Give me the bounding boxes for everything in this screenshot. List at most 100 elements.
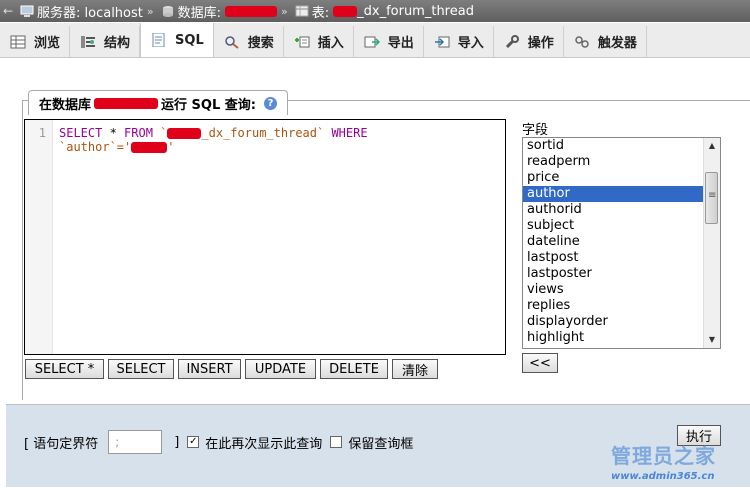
field-option[interactable]: displayorder [523, 314, 720, 330]
fields-listbox[interactable]: sortid readperm price author authorid su… [522, 137, 721, 349]
select-star-button[interactable]: SELECT * [25, 359, 104, 379]
sql-editor[interactable]: 1 SELECT * FROM ` _dx_forum_thread` WHERE… [24, 119, 506, 355]
sql-table-open: ` [152, 126, 168, 140]
fieldset-border-left [22, 100, 23, 400]
redacted-database-name [94, 97, 159, 109]
sql-close-quote: ' [167, 140, 175, 154]
delimiter-close: ] [174, 434, 180, 450]
tab-label: 操作 [527, 36, 554, 51]
tab-search[interactable]: 搜索 [214, 26, 284, 57]
field-option[interactable]: lastposter [523, 266, 720, 282]
field-option[interactable]: price [523, 170, 720, 186]
field-option-selected[interactable]: author [523, 186, 720, 202]
breadcrumb-server[interactable]: 服务器: localhost [16, 2, 143, 21]
table-name-suffix: _dx_forum_thread [357, 3, 474, 19]
tab-sql[interactable]: SQL [140, 23, 214, 57]
tab-export[interactable]: 导出 [354, 26, 424, 57]
redacted-table-prefix [333, 5, 358, 17]
redacted-table-prefix [167, 128, 202, 139]
database-label: 数据库: [177, 5, 221, 21]
tab-browse[interactable]: 浏览 [0, 26, 71, 57]
help-icon[interactable]: ? [263, 96, 277, 110]
breadcrumb-database[interactable]: 数据库: [157, 2, 277, 21]
tab-triggers[interactable]: 触发器 [564, 26, 647, 57]
tab-structure[interactable]: 结构 [70, 26, 141, 57]
tab-bar: 浏览 结构 SQL 搜索 插入 导出 导入 操作 触发器 [0, 23, 750, 58]
insert-icon [294, 36, 310, 47]
delimiter-input[interactable]: ; [108, 430, 163, 454]
sql-column-author: `author`=' [59, 140, 132, 154]
query-options-row: [ 语句定界符 ; ] ✓ 在此再次显示此查询 保留查询框 [24, 430, 413, 454]
sql-keyword-from: FROM [124, 126, 153, 140]
line-number: 1 [38, 126, 46, 140]
wrench-icon [505, 34, 519, 48]
search-icon [224, 35, 239, 49]
watermark-logo: 管理员之家 www.admin365.cn [611, 440, 716, 482]
tab-label: 搜索 [247, 36, 274, 51]
line-numbers: 1 [25, 120, 53, 354]
tab-operations[interactable]: 操作 [494, 26, 564, 57]
tab-label: 触发器 [597, 36, 637, 51]
sql-table-suffix: _dx_forum_thread` [201, 126, 325, 140]
table-icon [295, 5, 309, 17]
tab-label: 导出 [387, 36, 414, 51]
legend-suffix: 运行 SQL 查询: [161, 97, 256, 113]
listbox-scrollbar[interactable]: ▲ ▼ [703, 138, 720, 348]
scroll-up-icon[interactable]: ▲ [704, 138, 720, 154]
tab-label: 导入 [457, 36, 484, 51]
scroll-thumb[interactable] [705, 172, 718, 224]
select-button[interactable]: SELECT [108, 359, 174, 379]
field-option[interactable]: lastpost [523, 250, 720, 266]
breadcrumb-separator: » [146, 4, 154, 18]
field-option[interactable]: readperm [523, 154, 720, 170]
query-panel-legend: 在数据库 运行 SQL 查询: ? [28, 90, 288, 115]
sql-helper-buttons: SELECT * SELECT INSERT UPDATE DELETE 清除 [25, 359, 442, 379]
watermark-text: 管理员之家 [611, 444, 716, 468]
sql-icon [152, 33, 165, 47]
redacted-author-value [131, 142, 168, 153]
export-icon [364, 36, 380, 47]
tab-label: SQL [175, 32, 204, 48]
update-button[interactable]: UPDATE [245, 359, 316, 379]
field-option[interactable]: subject [523, 218, 720, 234]
field-option[interactable]: authorid [523, 202, 720, 218]
insert-button[interactable]: INSERT [178, 359, 241, 379]
watermark-url: www.admin365.cn [611, 471, 715, 482]
retain-label: 保留查询框 [348, 436, 414, 452]
delimiter-label: [ 语句定界符 [24, 436, 99, 452]
retain-query-box-checkbox[interactable] [330, 436, 343, 448]
breadcrumb-table[interactable]: 表: _dx_forum_thread [291, 2, 474, 21]
field-option[interactable]: views [523, 282, 720, 298]
show-again-checkbox[interactable]: ✓ [187, 436, 200, 448]
field-option[interactable]: dateline [523, 234, 720, 250]
breadcrumb: ← 服务器: localhost » 数据库: » 表: _dx_forum_t… [0, 0, 750, 22]
sql-star: * [102, 126, 125, 140]
clear-button[interactable]: 清除 [392, 359, 438, 379]
sql-keyword-select: SELECT [59, 126, 103, 140]
database-icon [162, 6, 173, 17]
delete-button[interactable]: DELETE [320, 359, 388, 379]
server-label: 服务器: localhost [37, 5, 143, 21]
fields-label: 字段 [522, 123, 549, 138]
field-option[interactable]: replies [523, 298, 720, 314]
legend-prefix: 在数据库 [39, 97, 92, 113]
sql-keyword-where: WHERE [324, 126, 368, 140]
trigger-icon [575, 35, 589, 48]
field-option[interactable]: highlight [523, 330, 720, 346]
sql-query-text: SELECT * FROM ` _dx_forum_thread` WHERE `… [59, 126, 368, 154]
tab-label: 插入 [317, 36, 344, 51]
tab-label: 浏览 [34, 36, 61, 51]
import-icon [434, 36, 450, 47]
insert-field-button[interactable]: << [522, 353, 558, 373]
structure-icon [81, 35, 96, 48]
browse-icon [10, 35, 26, 48]
field-option[interactable]: sortid [523, 138, 720, 154]
redacted-database-name [225, 5, 277, 17]
server-icon [20, 5, 34, 17]
back-arrow-icon[interactable]: ← [0, 4, 16, 18]
tab-label: 结构 [104, 36, 131, 51]
tab-insert[interactable]: 插入 [284, 26, 354, 57]
tab-import[interactable]: 导入 [424, 26, 494, 57]
scroll-down-icon[interactable]: ▼ [704, 332, 720, 348]
table-label: 表: [311, 5, 330, 21]
